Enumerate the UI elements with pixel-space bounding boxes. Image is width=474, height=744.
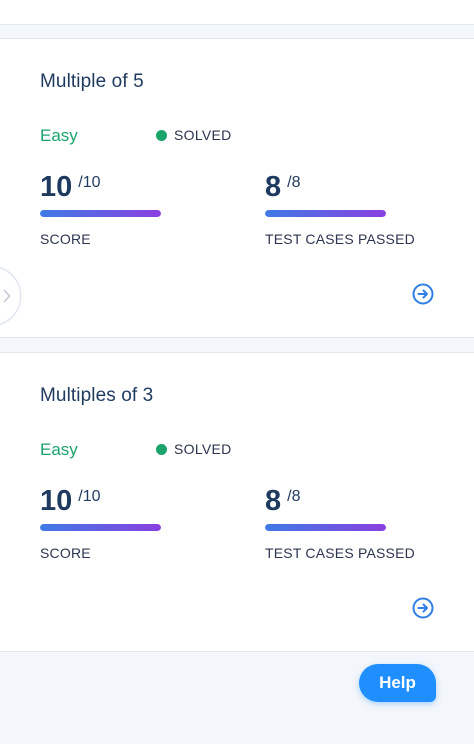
chevron-right-icon bbox=[3, 289, 11, 303]
tests-value: 8 /8 bbox=[265, 171, 415, 204]
tests-label: TEST CASES PASSED bbox=[265, 231, 415, 247]
tests-value: 8 /8 bbox=[265, 485, 415, 518]
score-progress-bar bbox=[40, 210, 161, 217]
score-progress-bar bbox=[40, 524, 161, 531]
score-metric: 10 /10 SCORE bbox=[40, 485, 161, 561]
score-value: 10 /10 bbox=[40, 171, 161, 204]
solved-dot-icon bbox=[156, 129, 167, 141]
status-text: SOLVED bbox=[174, 441, 232, 457]
challenge-card[interactable]: Multiples of 3 Easy SOLVED 10 /10 SCORE … bbox=[0, 352, 474, 652]
score-metric: 10 /10 SCORE bbox=[40, 171, 161, 247]
status-text: SOLVED bbox=[174, 127, 232, 143]
challenge-title[interactable]: Multiples of 3 bbox=[40, 385, 153, 407]
help-button[interactable]: Help bbox=[359, 664, 436, 702]
tests-label: TEST CASES PASSED bbox=[265, 545, 415, 561]
tests-total: /8 bbox=[287, 174, 301, 191]
score-progress-fill bbox=[40, 210, 161, 217]
score-label: SCORE bbox=[40, 231, 91, 247]
challenge-card[interactable]: Multiple of 5 Easy SOLVED 10 /10 SCORE 8… bbox=[0, 38, 474, 338]
score-total: /10 bbox=[78, 488, 101, 505]
tests-progress-bar bbox=[265, 524, 386, 531]
top-card-edge bbox=[0, 0, 474, 25]
arrow-circle-right-icon[interactable] bbox=[412, 283, 434, 305]
score-label: SCORE bbox=[40, 545, 91, 561]
difficulty-label: Easy bbox=[40, 440, 78, 459]
tests-passed: 8 bbox=[265, 171, 282, 203]
tests-progress-fill bbox=[265, 524, 386, 531]
tests-progress-fill bbox=[265, 210, 386, 217]
tests-total: /8 bbox=[287, 488, 301, 505]
challenge-title[interactable]: Multiple of 5 bbox=[40, 71, 144, 93]
arrow-circle-right-icon[interactable] bbox=[412, 597, 434, 619]
tests-progress-bar bbox=[265, 210, 386, 217]
score-earned: 10 bbox=[40, 485, 73, 517]
tests-metric: 8 /8 TEST CASES PASSED bbox=[265, 171, 415, 247]
tests-passed: 8 bbox=[265, 485, 282, 517]
tests-metric: 8 /8 TEST CASES PASSED bbox=[265, 485, 415, 561]
status-badge: SOLVED bbox=[156, 441, 232, 457]
score-earned: 10 bbox=[40, 171, 73, 203]
solved-dot-icon bbox=[156, 443, 167, 455]
difficulty-label: Easy bbox=[40, 126, 78, 145]
score-value: 10 /10 bbox=[40, 485, 161, 518]
score-total: /10 bbox=[78, 174, 101, 191]
status-badge: SOLVED bbox=[156, 127, 232, 143]
score-progress-fill bbox=[40, 524, 161, 531]
